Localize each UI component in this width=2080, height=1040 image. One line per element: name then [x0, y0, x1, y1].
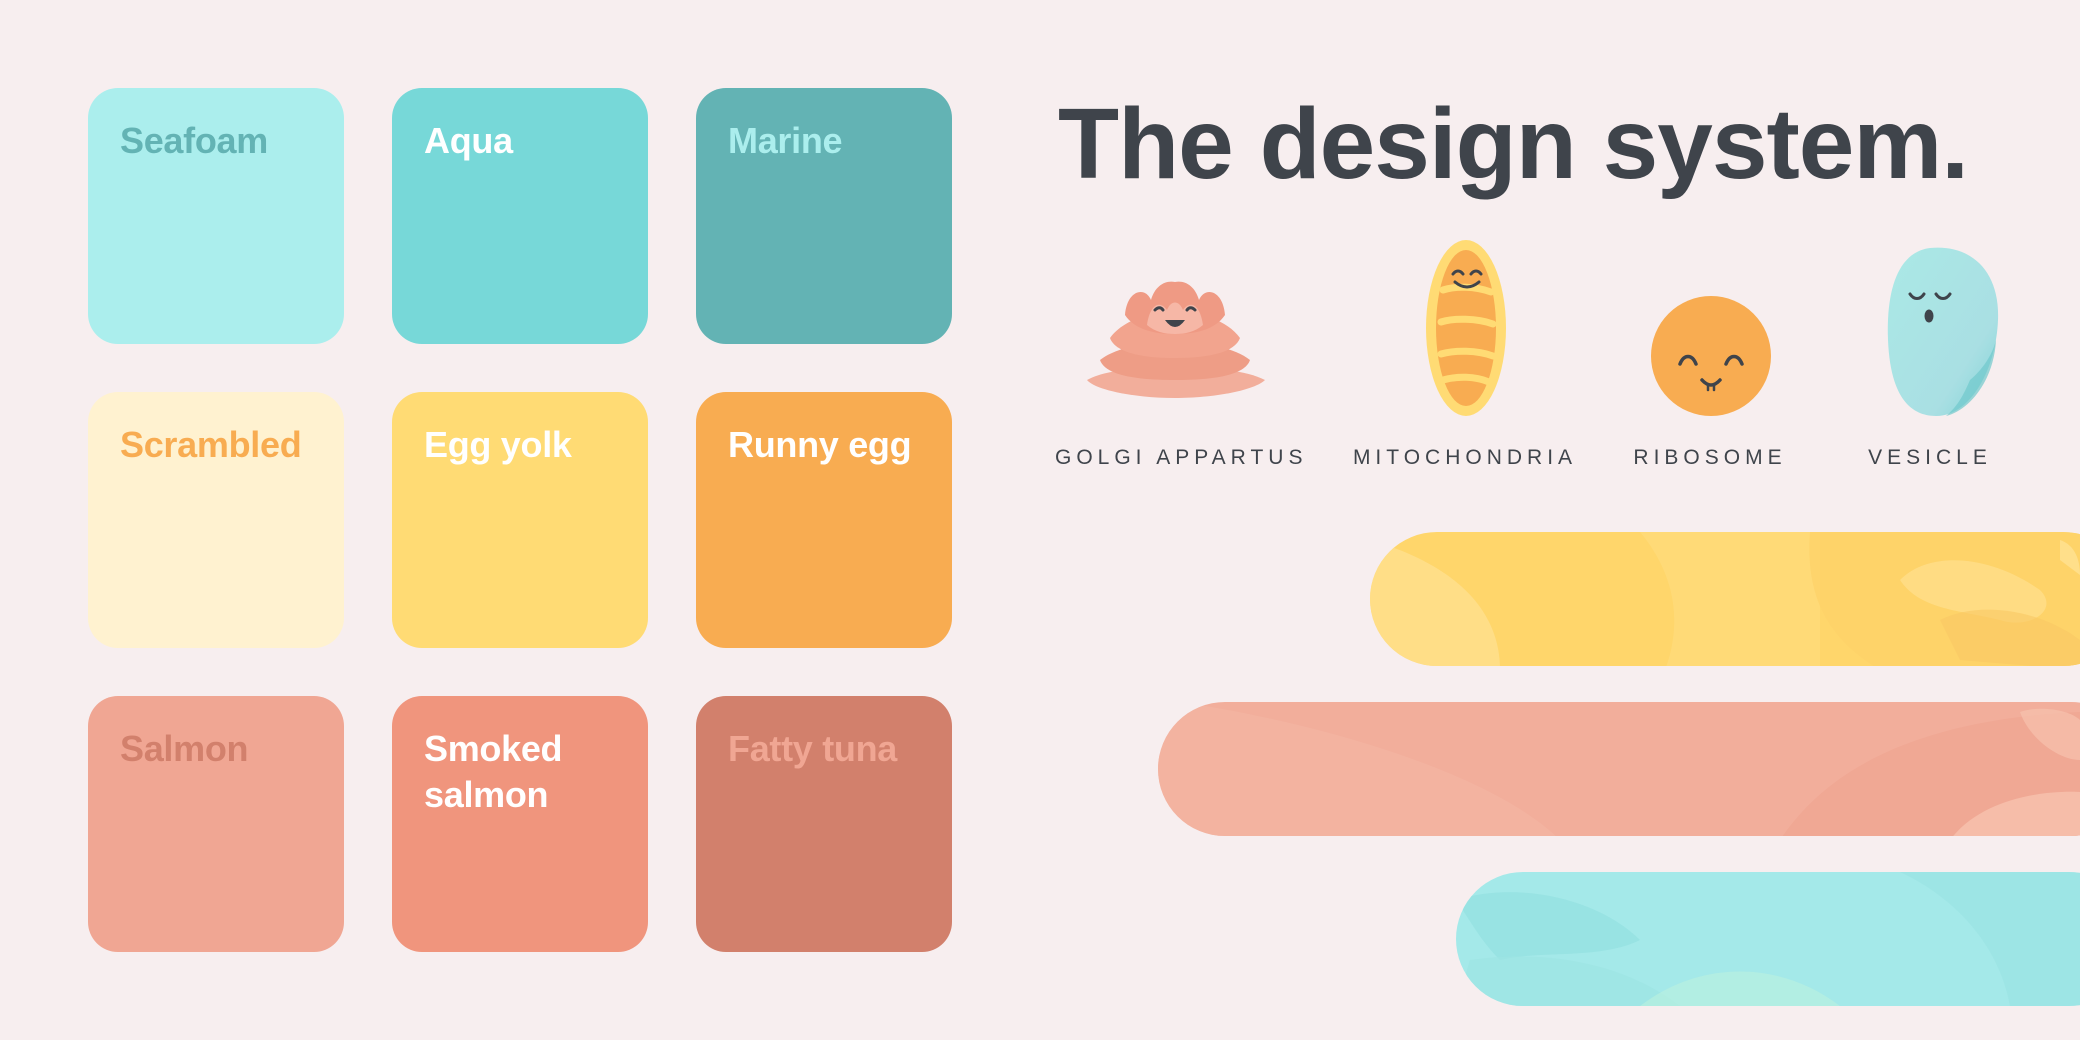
swatch-label: Salmon	[120, 728, 249, 769]
swatch-seafoam[interactable]: Seafoam	[88, 88, 344, 344]
page-title: The design system.	[1058, 88, 1969, 200]
golgi-icon	[1087, 281, 1265, 398]
swatch-label: Egg yolk	[424, 424, 572, 465]
swatch-label: Marine	[728, 120, 843, 161]
swatch-label: Runny egg	[728, 424, 912, 465]
swatch-salmon[interactable]: Salmon	[88, 696, 344, 952]
organelle-caption: VESICLE	[1868, 446, 1992, 469]
swatch-label: Aqua	[424, 120, 513, 161]
ribbon-pink	[1158, 702, 2080, 836]
swatch-scrambled[interactable]: Scrambled	[88, 392, 344, 648]
swatch-fatty-tuna[interactable]: Fatty tuna	[696, 696, 952, 952]
organelle-caption: RIBOSOME	[1633, 446, 1787, 469]
organelle-golgi[interactable]: GOLGI APPARTUS	[1055, 230, 1308, 480]
swatch-aqua[interactable]: Aqua	[392, 88, 648, 344]
ribbon-aqua	[1456, 872, 2080, 1006]
swatch-label: Fatty tuna	[728, 728, 898, 769]
ribbon-yellow	[1370, 532, 2080, 666]
vesicle-icon	[1887, 247, 1999, 416]
organelle-vesicle[interactable]: VESICLE	[1810, 230, 2050, 480]
swatch-marine[interactable]: Marine	[696, 88, 952, 344]
organelle-mitochondria[interactable]: MITOCHONDRIA	[1345, 230, 1585, 480]
mitochondria-icon	[1426, 240, 1506, 416]
design-system-page: Seafoam Aqua Marine Scrambled Egg yolk R…	[0, 0, 2080, 1040]
swatch-smoked-salmon[interactable]: Smoked salmon	[392, 696, 648, 952]
swatch-label: Scrambled	[120, 424, 302, 465]
swatch-runny-egg[interactable]: Runny egg	[696, 392, 952, 648]
swatch-label: Smoked salmon	[424, 728, 563, 815]
organelle-ribosome[interactable]: RIBOSOME	[1590, 230, 1830, 480]
swatch-egg-yolk[interactable]: Egg yolk	[392, 392, 648, 648]
ribosome-icon	[1651, 296, 1771, 416]
swatch-label: Seafoam	[120, 120, 268, 161]
organelle-caption: MITOCHONDRIA	[1352, 446, 1578, 469]
organelle-caption: GOLGI APPARTUS	[1055, 446, 1308, 469]
